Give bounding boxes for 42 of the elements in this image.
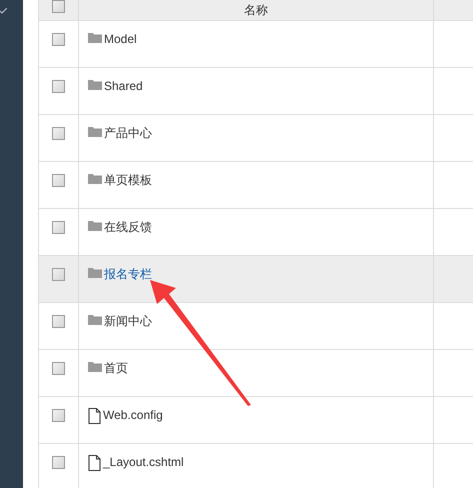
checkbox[interactable] <box>52 80 65 93</box>
check-icon <box>0 8 7 14</box>
file-name[interactable]: Web.config <box>103 408 163 422</box>
folder-icon <box>88 126 102 137</box>
file-name[interactable]: 新闻中心 <box>104 314 152 328</box>
table-row[interactable]: Shared <box>39 68 473 115</box>
table-row[interactable]: Model <box>39 21 473 68</box>
folder-icon <box>88 361 102 372</box>
checkbox[interactable] <box>52 174 65 187</box>
folder-icon <box>88 267 102 278</box>
file-name[interactable]: 在线反馈 <box>104 220 152 234</box>
file-icon <box>88 455 101 471</box>
table-row[interactable]: 产品中心 <box>39 115 473 162</box>
folder-icon <box>88 173 102 184</box>
checkbox[interactable] <box>52 315 65 328</box>
checkbox[interactable] <box>52 127 65 140</box>
checkbox[interactable] <box>52 268 65 281</box>
file-icon <box>88 408 101 424</box>
folder-icon <box>88 32 102 43</box>
folder-icon <box>88 79 102 90</box>
table-row[interactable]: 首页 <box>39 350 473 397</box>
table-row[interactable]: 在线反馈 <box>39 209 473 256</box>
file-name[interactable]: 单页模板 <box>104 173 152 187</box>
checkbox[interactable] <box>52 0 65 13</box>
checkbox[interactable] <box>52 221 65 234</box>
folder-icon <box>88 220 102 231</box>
file-name[interactable]: 产品中心 <box>104 126 152 140</box>
file-name[interactable]: 首页 <box>104 361 128 375</box>
file-name[interactable]: Shared <box>104 79 143 93</box>
table-row[interactable]: 新闻中心 <box>39 303 473 350</box>
column-header: 名称 <box>244 2 268 19</box>
checkbox[interactable] <box>52 362 65 375</box>
table-row[interactable]: 单页模板 <box>39 162 473 209</box>
checkbox[interactable] <box>52 409 65 422</box>
file-name[interactable]: Model <box>104 32 137 46</box>
file-name[interactable]: 报名专栏 <box>104 267 152 281</box>
table-row[interactable]: Web.config <box>39 397 473 444</box>
folder-icon <box>88 314 102 325</box>
checkbox[interactable] <box>52 33 65 46</box>
checkbox[interactable] <box>52 456 65 469</box>
file-name[interactable]: _Layout.cshtml <box>103 455 184 469</box>
table-row[interactable]: 报名专栏 <box>39 256 473 303</box>
